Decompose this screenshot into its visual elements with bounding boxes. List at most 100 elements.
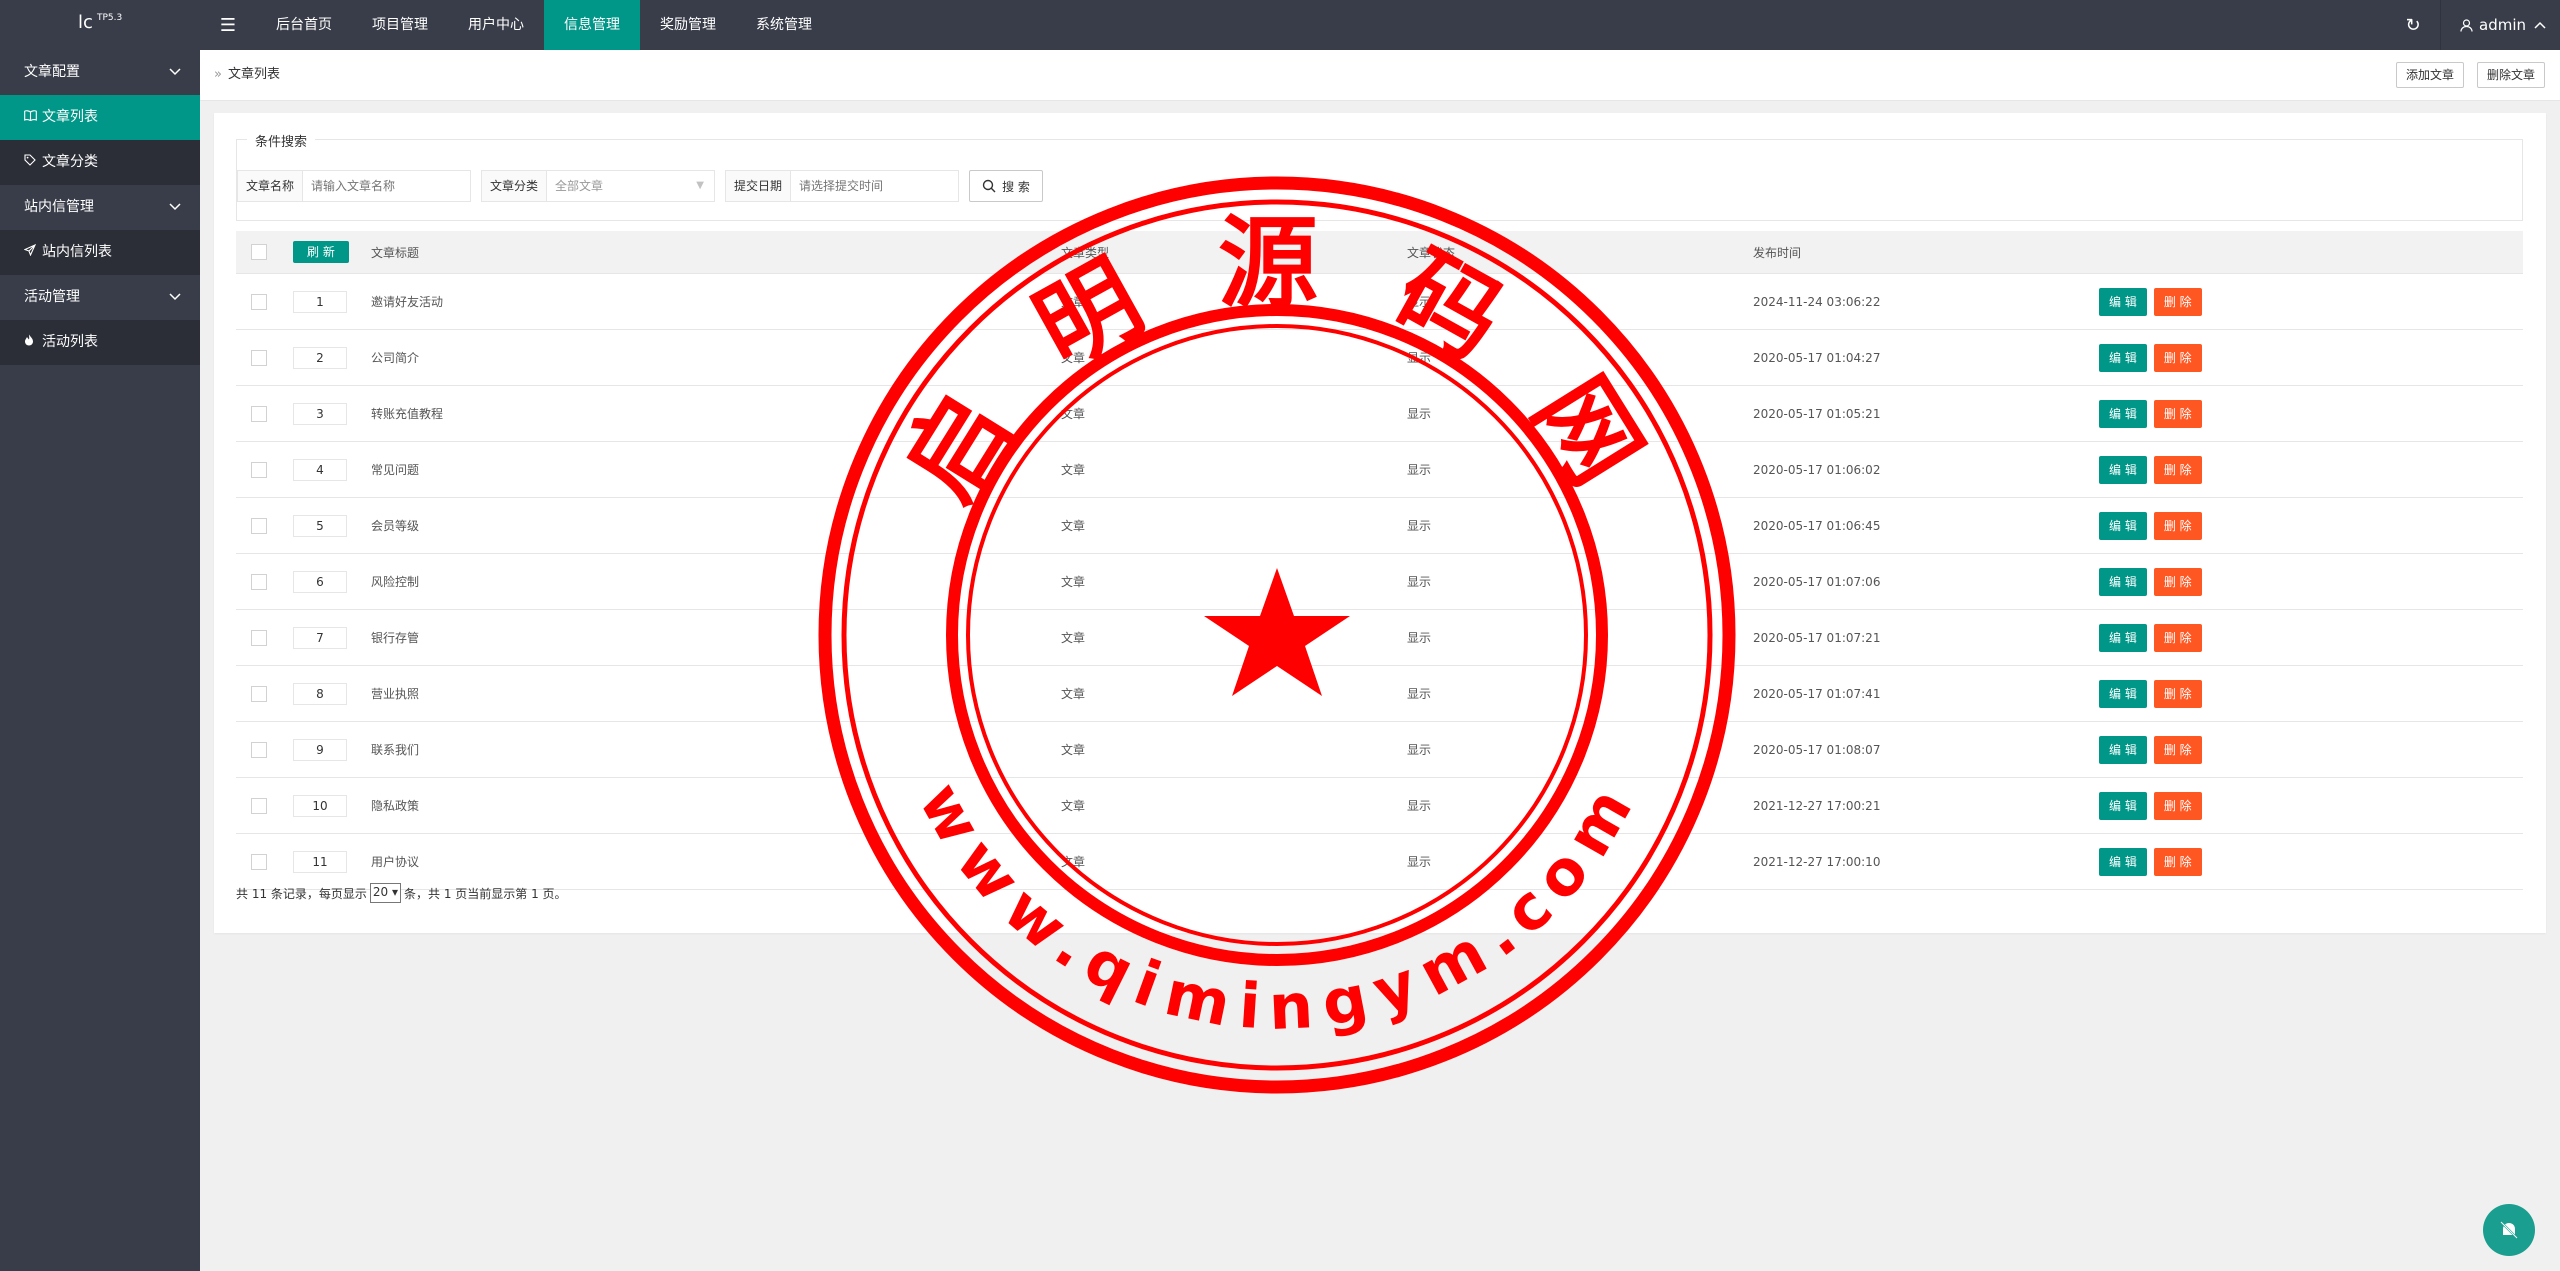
edit-button[interactable]: 编 辑 (2099, 791, 2147, 820)
row-checkbox[interactable] (251, 461, 267, 478)
delete-button[interactable]: 删 除 (2153, 679, 2202, 708)
delete-button[interactable]: 删 除 (2153, 735, 2202, 764)
row-checkbox[interactable] (251, 293, 267, 310)
edit-button[interactable]: 编 辑 (2099, 287, 2147, 316)
table-row: 9 联系我们 文章 显示 2020-05-17 01:08:07 编 辑删 除 (236, 721, 2523, 778)
row-checkbox[interactable] (251, 797, 267, 814)
topnav-item-rewards[interactable]: 奖励管理 (640, 0, 736, 50)
search-button[interactable]: 搜 索 (969, 170, 1043, 202)
topnav-item-info[interactable]: 信息管理 (544, 0, 640, 50)
sidebar-group-label: 活动管理 (24, 289, 80, 305)
article-title: 常见问题 (370, 441, 1060, 498)
article-category-select[interactable]: 全部文章 ▼ (547, 171, 714, 201)
topnav-item-projects[interactable]: 项目管理 (352, 0, 448, 50)
edit-button[interactable]: 编 辑 (2099, 511, 2147, 540)
select-all-checkbox[interactable] (251, 244, 267, 260)
chevron-down-icon (169, 203, 181, 211)
logo[interactable]: lc TP5.3 (0, 0, 200, 50)
row-checkbox[interactable] (251, 405, 267, 422)
sort-order-input[interactable]: 3 (293, 402, 347, 425)
delete-button[interactable]: 删 除 (2153, 399, 2202, 428)
page-size-value: 20 (372, 885, 389, 899)
edit-button[interactable]: 编 辑 (2099, 679, 2147, 708)
edit-button[interactable]: 编 辑 (2099, 399, 2147, 428)
sidebar-item-activity-list[interactable]: 活动列表 (0, 320, 200, 365)
sidebar-group-activities[interactable]: 活动管理 (0, 275, 200, 320)
delete-article-button[interactable]: 删除文章 (2477, 62, 2546, 88)
edit-button[interactable]: 编 辑 (2099, 623, 2147, 652)
sidebar-item-article-list[interactable]: 文章列表 (0, 95, 200, 140)
floating-action-button[interactable] (2483, 1204, 2535, 1256)
search-fieldset: 条件搜索 文章名称 文章分类 全部文章 ▼ 提交日期 搜 索 (236, 131, 2523, 221)
sort-order-input[interactable]: 4 (293, 458, 347, 481)
pagination-suffix: 条，共 1 页当前显示第 1 页。 (404, 886, 567, 901)
sort-order-input[interactable]: 6 (293, 570, 347, 593)
table-row: 3 转账充值教程 文章 显示 2020-05-17 01:05:21 编 辑删 除 (236, 385, 2523, 442)
col-header-actions (2098, 231, 2523, 274)
sort-order-input[interactable]: 2 (293, 346, 347, 369)
user-menu[interactable]: admin (2460, 0, 2546, 50)
article-category: 文章 (1060, 553, 1406, 610)
delete-button[interactable]: 删 除 (2153, 791, 2202, 820)
refresh-icon[interactable]: ↻ (2386, 0, 2440, 50)
row-checkbox[interactable] (251, 517, 267, 534)
sidebar: 文章配置 文章列表 文章分类 站内信管理 站内信列表 活动管理 活动列表 (0, 50, 200, 1271)
sidebar-group-article-config[interactable]: 文章配置 (0, 50, 200, 95)
sidebar-group-messages[interactable]: 站内信管理 (0, 185, 200, 230)
edit-button[interactable]: 编 辑 (2099, 455, 2147, 484)
add-article-button[interactable]: 添加文章 (2396, 62, 2465, 88)
edit-button[interactable]: 编 辑 (2099, 567, 2147, 596)
sort-order-input[interactable]: 8 (293, 682, 347, 705)
article-status: 显示 (1406, 441, 1752, 498)
delete-button[interactable]: 删 除 (2153, 847, 2202, 876)
article-status: 显示 (1406, 665, 1752, 722)
row-checkbox[interactable] (251, 629, 267, 646)
article-category: 文章 (1060, 497, 1406, 554)
sidebar-item-article-category[interactable]: 文章分类 (0, 140, 200, 185)
article-category: 文章 (1060, 273, 1406, 330)
publish-time: 2020-05-17 01:08:07 (1752, 721, 2098, 778)
col-header-time: 发布时间 (1752, 231, 2098, 274)
sort-order-input[interactable]: 1 (293, 290, 347, 313)
row-actions: 编 辑删 除 (2098, 665, 2523, 722)
delete-button[interactable]: 删 除 (2153, 455, 2202, 484)
sort-order-input[interactable]: 7 (293, 626, 347, 649)
refresh-button[interactable]: 刷 新 (293, 241, 349, 263)
article-category: 文章 (1060, 441, 1406, 498)
sidebar-item-label: 文章列表 (42, 109, 98, 125)
delete-button[interactable]: 删 除 (2153, 343, 2202, 372)
table-row: 6 风险控制 文章 显示 2020-05-17 01:07:06 编 辑删 除 (236, 553, 2523, 610)
breadcrumb: » 文章列表 (214, 50, 280, 100)
article-category: 文章 (1060, 385, 1406, 442)
pagination: 共 11 条记录，每页显示 20 ▾ 条，共 1 页当前显示第 1 页。 (236, 883, 567, 903)
edit-button[interactable]: 编 辑 (2099, 735, 2147, 764)
row-checkbox[interactable] (251, 573, 267, 590)
row-checkbox[interactable] (251, 741, 267, 758)
submit-date-input[interactable] (791, 171, 958, 201)
sort-order-input[interactable]: 5 (293, 514, 347, 537)
article-title: 会员等级 (370, 497, 1060, 554)
edit-button[interactable]: 编 辑 (2099, 343, 2147, 372)
article-name-input[interactable] (303, 171, 470, 201)
sidebar-item-message-list[interactable]: 站内信列表 (0, 230, 200, 275)
delete-button[interactable]: 删 除 (2153, 567, 2202, 596)
article-category-label: 文章分类 (482, 171, 548, 201)
search-icon (982, 179, 996, 193)
publish-time: 2024-11-24 03:06:22 (1752, 273, 2098, 330)
delete-button[interactable]: 删 除 (2153, 287, 2202, 316)
row-checkbox[interactable] (251, 349, 267, 366)
topnav-item-home[interactable]: 后台首页 (256, 0, 352, 50)
sort-order-input[interactable]: 10 (293, 794, 347, 817)
table-header-row: 刷 新 文章标题 文章类型 文章状态 发布时间 (236, 231, 2523, 274)
page-size-select[interactable]: 20 ▾ (369, 883, 402, 903)
row-checkbox[interactable] (251, 685, 267, 702)
menu-icon[interactable]: ☰ (202, 0, 254, 50)
sort-order-input[interactable]: 11 (293, 850, 347, 873)
row-checkbox[interactable] (251, 853, 267, 870)
edit-button[interactable]: 编 辑 (2099, 847, 2147, 876)
topnav-item-users[interactable]: 用户中心 (448, 0, 544, 50)
topnav-item-system[interactable]: 系统管理 (736, 0, 832, 50)
delete-button[interactable]: 删 除 (2153, 511, 2202, 540)
sort-order-input[interactable]: 9 (293, 738, 347, 761)
delete-button[interactable]: 删 除 (2153, 623, 2202, 652)
